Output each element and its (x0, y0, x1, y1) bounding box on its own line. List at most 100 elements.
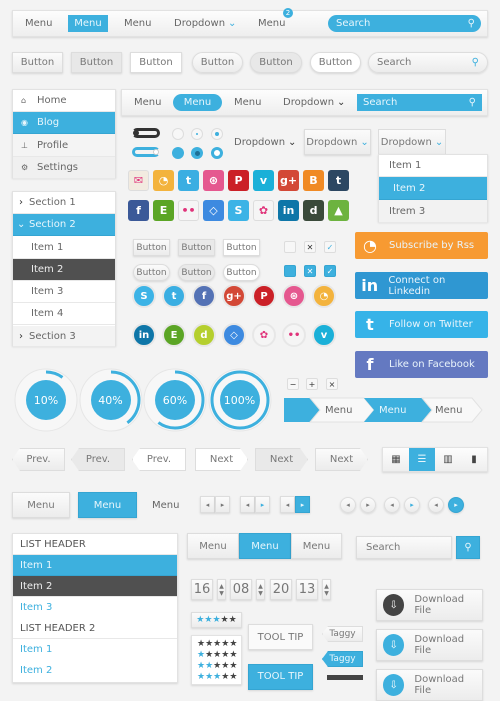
dropdown-option-selected[interactable]: Item 2 (379, 177, 487, 200)
list-item[interactable]: Item 2 (13, 660, 177, 681)
time-hours[interactable]: 16 (191, 579, 213, 600)
google-plus-icon[interactable]: g+ (278, 170, 299, 191)
button[interactable]: Button (250, 52, 302, 73)
campfire-icon[interactable]: ▲ (328, 200, 349, 221)
sidebar-item-profile[interactable]: ⊥ Profile (13, 134, 115, 157)
checkbox-crossed-blue[interactable]: ✕ (304, 265, 316, 277)
twitter-icon[interactable]: t (178, 170, 199, 191)
download-button[interactable]: ⇩ Download File (376, 589, 483, 621)
skype-icon[interactable]: S (228, 200, 249, 221)
star-rating-row[interactable]: ★★★★★ (197, 672, 237, 683)
tag-dark[interactable] (327, 675, 363, 680)
tag-blue[interactable]: Taggy (322, 651, 363, 667)
prev-arrow-icon[interactable]: ◂ (384, 497, 400, 513)
prev-arrow-icon[interactable]: ◂ (340, 497, 356, 513)
maximize-button[interactable]: + (306, 378, 318, 390)
button[interactable]: Button (71, 52, 122, 73)
radio-ring[interactable] (211, 147, 223, 159)
dropdown-option[interactable]: Item 1 (379, 155, 487, 177)
nav2-search-input[interactable]: Search ⚲ (357, 94, 482, 111)
prev-button[interactable]: Prev. (71, 448, 125, 471)
tag[interactable]: Taggy (322, 626, 363, 642)
pinterest-icon[interactable]: P (228, 170, 249, 191)
next-arrow-icon[interactable]: ▸ (295, 496, 310, 513)
topnav-search-input[interactable]: Search ⚲ (328, 15, 481, 32)
spinner-down-icon[interactable]: ▼ (219, 590, 224, 597)
topnav-item[interactable]: Menu (258, 15, 285, 32)
search-icon[interactable]: ⚲ (468, 18, 475, 29)
menu-button-active[interactable]: Menu (78, 492, 137, 518)
search-icon[interactable]: ⚲ (469, 97, 476, 108)
prev-button[interactable]: Prev. (12, 448, 65, 471)
blogger-icon[interactable]: B (303, 170, 324, 191)
star-rating-row[interactable]: ★★★★★ (197, 639, 237, 650)
checkbox-crossed[interactable]: ✕ (304, 241, 316, 253)
download-button[interactable]: ⇩ Download File (376, 669, 483, 701)
picasa-icon[interactable]: ✿ (253, 200, 274, 221)
star-rating-row[interactable]: ★★★★★ (197, 650, 237, 661)
accordion-section[interactable]: › Section 3 (13, 326, 115, 347)
time-frames[interactable]: 13 (296, 579, 318, 600)
next-button[interactable]: Next (195, 448, 248, 471)
like-facebook-button[interactable]: f Like on Facebook (355, 351, 488, 378)
accordion-section-open[interactable]: ⌄ Section 2 (13, 214, 115, 236)
prev-button[interactable]: Prev. (132, 448, 186, 471)
list-item[interactable]: Item 1 (13, 639, 177, 660)
checkbox-checked-blue[interactable]: ✓ (324, 265, 336, 277)
accordion-item[interactable]: Item 3 (13, 281, 115, 303)
spinner-down-icon[interactable]: ▼ (258, 590, 263, 597)
next-button[interactable]: Next (255, 448, 308, 471)
rss-icon[interactable]: ◔ (153, 170, 174, 191)
download-button[interactable]: ⇩ Download File (376, 629, 483, 661)
minimize-button[interactable]: − (287, 378, 299, 390)
rss-icon[interactable]: ◔ (312, 284, 336, 308)
segment-menu-active[interactable]: Menu (239, 533, 291, 559)
menu-button[interactable]: Menu (12, 492, 70, 518)
list-item[interactable]: Item 3 (13, 597, 177, 618)
sidebar-item-home[interactable]: ⌂ Home (13, 90, 115, 112)
nav2-item-active[interactable]: Menu (173, 94, 222, 111)
follow-twitter-button[interactable]: t Follow on Twitter (355, 311, 488, 338)
small-button[interactable]: Button (178, 239, 215, 256)
accordion-section[interactable]: › Section 1 (13, 192, 115, 214)
dropdown-open[interactable]: Dropdown ⌄ (378, 129, 446, 155)
picasa-icon[interactable]: ✿ (252, 323, 276, 347)
nav2-item[interactable]: Menu (134, 94, 161, 111)
search-icon[interactable]: ⚲ (472, 57, 479, 68)
deviantart-icon[interactable]: d (303, 200, 324, 221)
checkbox-empty[interactable] (284, 241, 296, 253)
topnav-item[interactable]: Menu (25, 15, 52, 32)
small-button[interactable]: Button (223, 239, 260, 256)
nav2-dropdown[interactable]: Dropdown ⌄ (283, 94, 345, 111)
next-arrow-icon[interactable]: ▸ (404, 497, 420, 513)
dribbble-icon[interactable]: ⊛ (282, 284, 306, 308)
radio-empty[interactable] (172, 128, 184, 140)
radio-selected[interactable] (191, 147, 203, 159)
search-input[interactable]: Search ⚲ (368, 52, 488, 73)
linkedin-icon[interactable]: in (278, 200, 299, 221)
dropbox-icon[interactable]: ◇ (222, 323, 246, 347)
dribbble-icon[interactable]: ⊛ (203, 170, 224, 191)
close-button[interactable]: × (326, 378, 338, 390)
search-button[interactable]: ⚲ (456, 536, 480, 559)
checkbox-filled[interactable] (284, 265, 296, 277)
next-button[interactable]: Next (315, 448, 368, 471)
list-view-icon[interactable]: ☰ (409, 448, 435, 471)
spinner-up-icon[interactable]: ▲ (324, 583, 329, 590)
spinner-down-icon[interactable]: ▼ (324, 590, 329, 597)
spinner-up-icon[interactable]: ▲ (219, 583, 224, 590)
evernote-icon[interactable]: E (153, 200, 174, 221)
small-button[interactable]: Button (133, 239, 170, 256)
flickr-icon[interactable]: •• (282, 323, 306, 347)
next-arrow-icon[interactable]: ▸ (448, 497, 464, 513)
email-icon[interactable]: ✉ (128, 170, 149, 191)
gallery-view-icon[interactable]: ▮ (461, 448, 487, 471)
twitter-icon[interactable]: t (162, 284, 186, 308)
button[interactable]: Button (12, 52, 63, 73)
prev-arrow-icon[interactable]: ◂ (200, 496, 215, 513)
flickr-icon[interactable]: •• (178, 200, 199, 221)
nav2-item[interactable]: Menu (234, 94, 261, 111)
button[interactable]: Button (310, 52, 361, 73)
search-input[interactable]: Search (356, 536, 452, 559)
next-arrow-icon[interactable]: ▸ (360, 497, 376, 513)
